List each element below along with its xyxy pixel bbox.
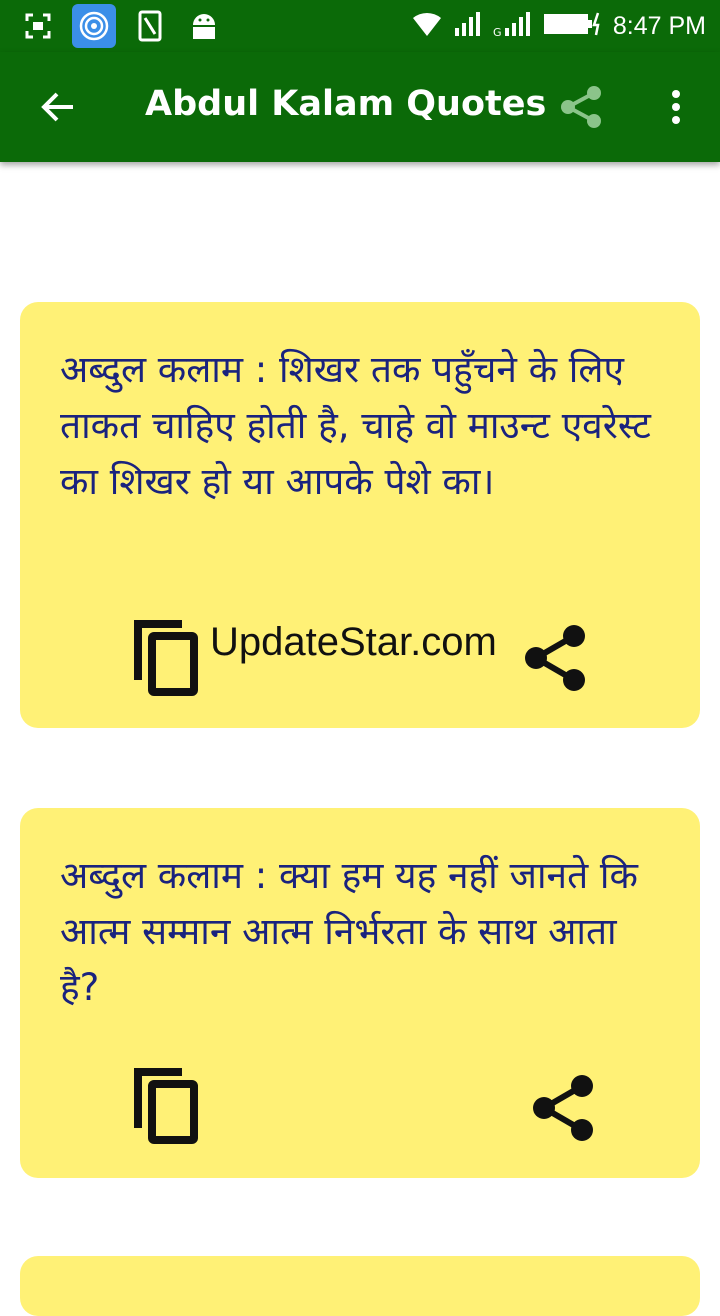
hotspot-icon [72, 4, 116, 48]
android-icon [184, 6, 224, 46]
battery-icon [543, 11, 603, 41]
quote-card [20, 1256, 700, 1316]
quote-card: अब्दुल कलाम : शिखर तक पहुँचने के लिए ताक… [20, 302, 700, 728]
sim-icon [130, 6, 170, 46]
share-icon [525, 625, 585, 691]
screenshot-icon [18, 6, 58, 46]
arrow-back-icon [41, 92, 73, 122]
watermark-text: UpdateStar.com [210, 620, 497, 664]
signal-icon [453, 10, 483, 42]
copy-icon [134, 620, 198, 696]
quote-text: अब्दुल कलाम : क्या हम यह नहीं जानते कि आ… [60, 854, 638, 1009]
status-bar-left [18, 4, 224, 48]
wifi-icon [411, 10, 443, 42]
svg-text:G: G [493, 26, 502, 38]
share-icon [533, 1075, 593, 1141]
share-app-button[interactable] [552, 79, 610, 135]
share-icon [561, 86, 601, 128]
status-bar: G 8:47 PM [0, 0, 720, 52]
back-button[interactable] [30, 79, 86, 135]
copy-button[interactable] [132, 1066, 202, 1146]
more-vert-icon [672, 90, 680, 124]
page-title: Abdul Kalam Quotes [145, 84, 547, 124]
signal-icon: G [493, 10, 533, 42]
quote-card: अब्दुल कलाम : क्या हम यह नहीं जानते कि आ… [20, 808, 700, 1178]
share-quote-button[interactable] [520, 620, 590, 696]
status-bar-right: G 8:47 PM [411, 6, 706, 46]
overflow-menu-button[interactable] [656, 79, 696, 135]
copy-icon [134, 1068, 198, 1144]
share-quote-button[interactable] [528, 1070, 598, 1146]
copy-button[interactable] [132, 618, 202, 698]
quote-text: अब्दुल कलाम : शिखर तक पहुँचने के लिए ताक… [60, 348, 651, 503]
app-bar: Abdul Kalam Quotes [0, 52, 720, 162]
status-time: 8:47 PM [612, 11, 706, 40]
